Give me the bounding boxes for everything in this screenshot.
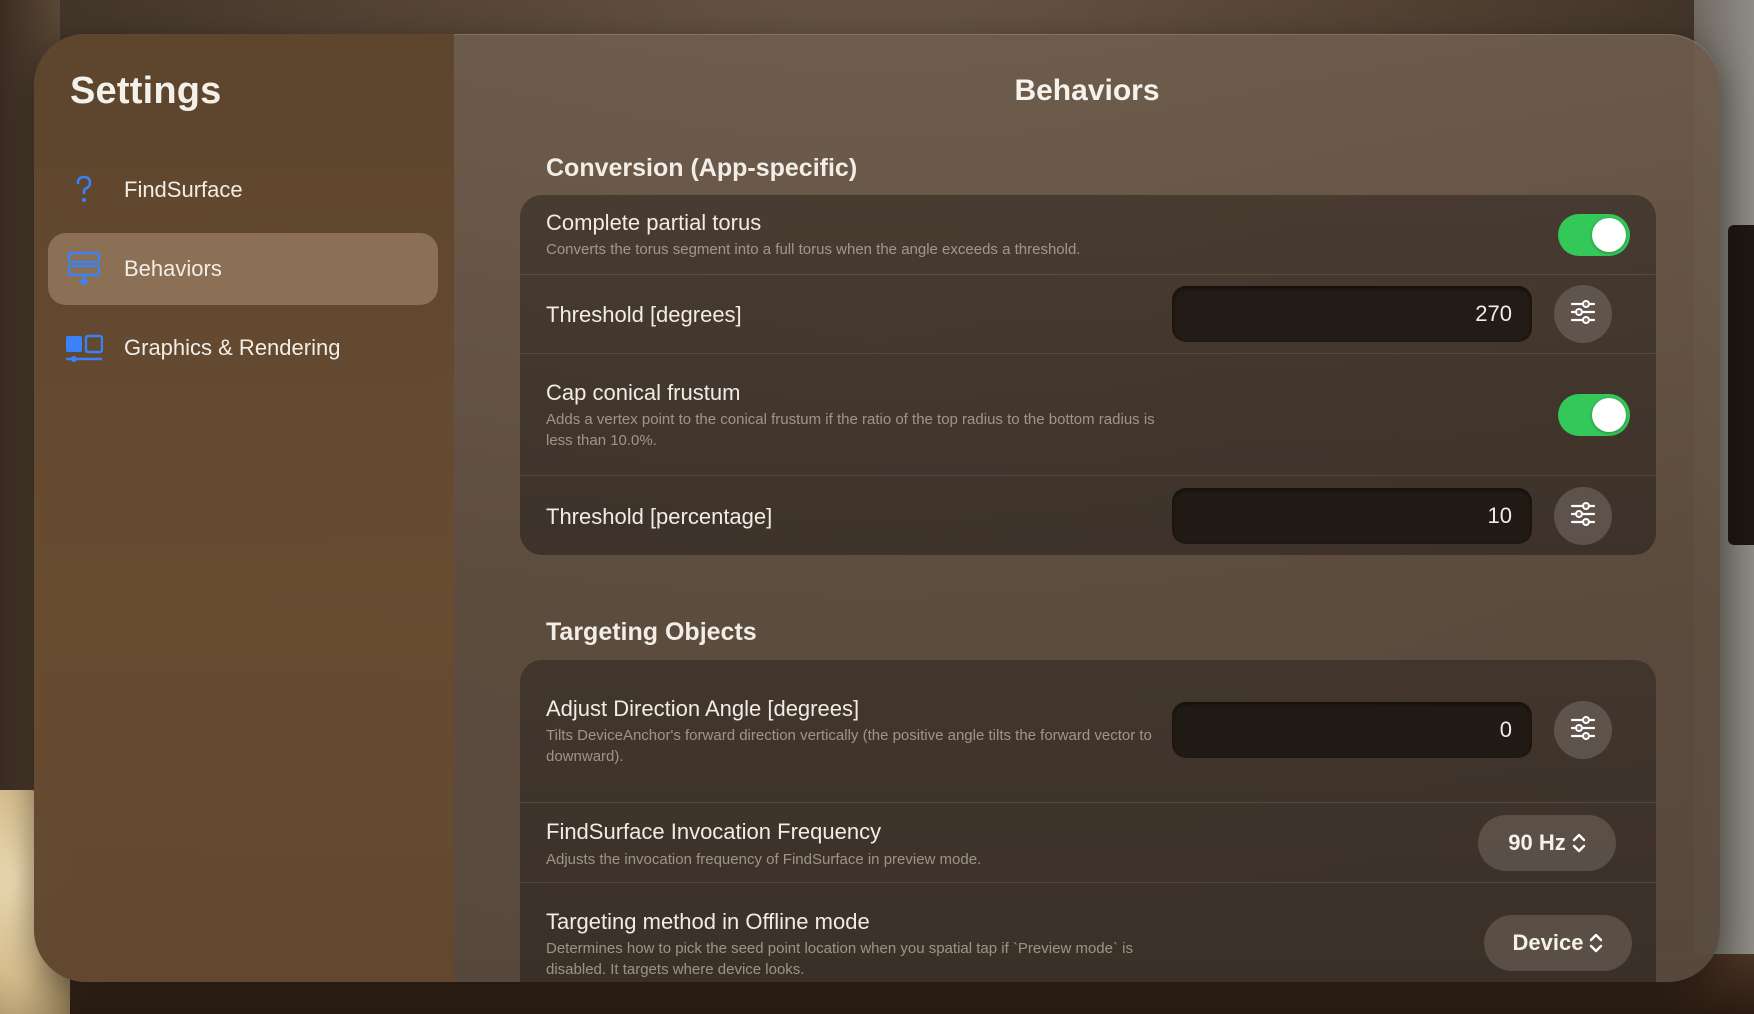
sidebar-item-label: Behaviors [124, 256, 222, 281]
row-threshold-degrees: Threshold [degrees] 270 [520, 274, 1656, 354]
sidebar-item-findsurface[interactable]: FindSurface [48, 154, 438, 226]
sidebar: Settings FindSurface Behaviors Graphics … [34, 34, 454, 982]
invocation-frequency-value: 90 Hz [1508, 830, 1566, 855]
row-description: Adds a vertex point to the conical frust… [546, 411, 1155, 449]
chevron-up-down-icon [1572, 832, 1586, 854]
targeting-method-value: Device [1512, 930, 1584, 955]
toggle-knob [1592, 218, 1626, 252]
page-title: Behaviors [1014, 74, 1160, 107]
row-label: Cap conical frustum [546, 380, 741, 405]
row-label: Adjust Direction Angle [degrees] [546, 696, 860, 721]
row-description: Adjusts the invocation frequency of Find… [546, 851, 982, 868]
sliders-icon [1569, 299, 1597, 330]
row-targeting-method-offline: Targeting method in Offline mode Determi… [520, 882, 1656, 982]
adjust-direction-angle-adjust-button[interactable] [1554, 701, 1612, 759]
row-threshold-percentage: Threshold [percentage] 10 [520, 475, 1656, 555]
row-label: Targeting method in Offline mode [546, 909, 870, 934]
conversion-card: Complete partial torus Converts the toru… [520, 195, 1656, 555]
content-pane: Behaviors Conversion (App-specific) Comp… [454, 34, 1720, 982]
threshold-percentage-adjust-button[interactable] [1554, 487, 1612, 545]
question-mark-icon [64, 170, 104, 210]
threshold-degrees-field[interactable]: 270 [1172, 286, 1532, 342]
targeting-card: Adjust Direction Angle [degrees] Tilts D… [520, 660, 1656, 982]
section-header-conversion: Conversion (App-specific) [546, 154, 858, 182]
background-object-right [1728, 225, 1754, 545]
row-description: Converts the torus segment into a full t… [546, 241, 1081, 258]
cap-conical-frustum-toggle[interactable] [1558, 394, 1630, 436]
row-adjust-direction-angle: Adjust Direction Angle [degrees] Tilts D… [520, 660, 1656, 802]
sidebar-item-label: Graphics & Rendering [124, 335, 341, 360]
behaviors-icon [64, 249, 104, 289]
row-description: Determines how to pick the seed point lo… [546, 940, 1133, 978]
row-cap-conical-frustum: Cap conical frustum Adds a vertex point … [520, 353, 1656, 476]
sidebar-item-label: FindSurface [124, 177, 243, 202]
threshold-degrees-adjust-button[interactable] [1554, 285, 1612, 343]
row-invocation-frequency: FindSurface Invocation Frequency Adjusts… [520, 802, 1656, 883]
row-label: Threshold [percentage] [546, 504, 773, 529]
sliders-icon [1569, 715, 1597, 746]
chevron-up-down-icon [1589, 932, 1603, 954]
sidebar-item-behaviors[interactable]: Behaviors [48, 233, 438, 305]
toggle-knob [1592, 398, 1626, 432]
sliders-icon [1569, 501, 1597, 532]
threshold-percentage-field[interactable]: 10 [1172, 488, 1532, 544]
row-label: Complete partial torus [546, 210, 762, 235]
settings-window: Settings FindSurface Behaviors Graphics … [34, 34, 1720, 982]
sidebar-item-graphics-rendering[interactable]: Graphics & Rendering [48, 312, 438, 384]
invocation-frequency-select[interactable]: 90 Hz [1478, 815, 1616, 871]
row-complete-partial-torus: Complete partial torus Converts the toru… [520, 195, 1656, 274]
targeting-method-select[interactable]: Device [1484, 915, 1632, 971]
adjust-direction-angle-field[interactable]: 0 [1172, 702, 1532, 758]
row-label: Threshold [degrees] [546, 302, 742, 327]
complete-partial-torus-toggle[interactable] [1558, 214, 1630, 256]
row-label: FindSurface Invocation Frequency [546, 819, 882, 844]
graphics-rendering-icon [64, 328, 104, 368]
section-header-targeting: Targeting Objects [546, 618, 757, 646]
row-description: Tilts DeviceAnchor's forward direction v… [546, 727, 1152, 765]
sidebar-title: Settings [70, 70, 222, 112]
